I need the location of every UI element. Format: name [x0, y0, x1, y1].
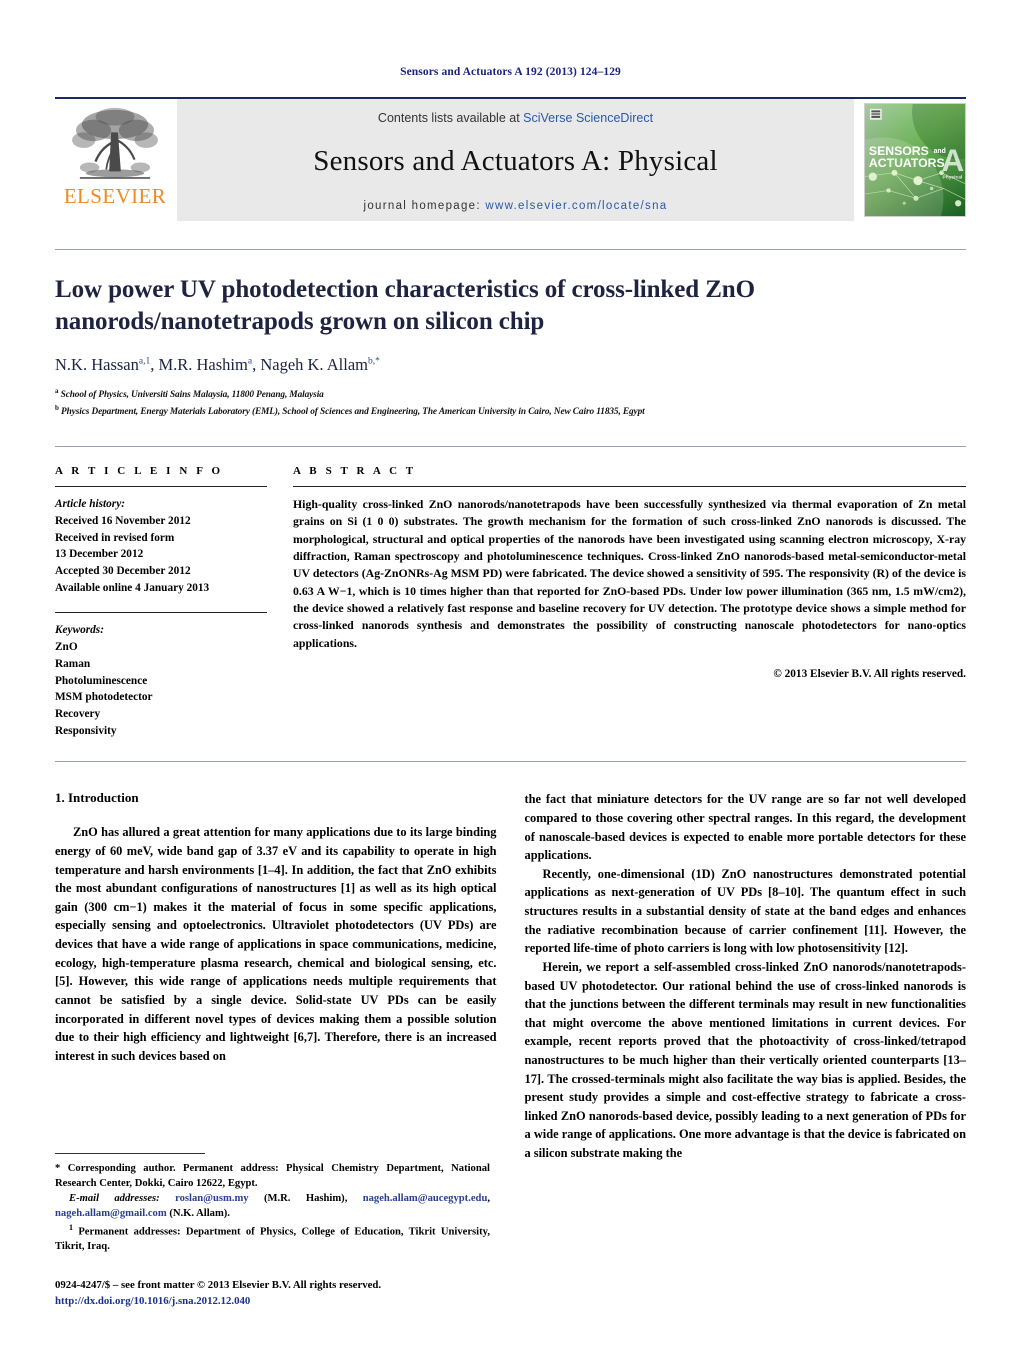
author-affil-mark: b,*: [368, 356, 380, 367]
article-history-block: Article history: Received 16 November 20…: [55, 496, 267, 596]
article-history-label: Article history:: [55, 498, 125, 511]
journal-title: Sensors and Actuators A: Physical: [313, 144, 718, 177]
journal-masthead: ELSEVIER Contents lists available at Sci…: [55, 97, 966, 221]
article-info-column: A R T I C L E I N F O Article history: R…: [55, 465, 293, 739]
email-link[interactable]: nageh.allam@gmail.com: [55, 1208, 167, 1219]
homepage-label: journal homepage:: [363, 199, 481, 212]
keyword-item: Recovery: [55, 707, 101, 720]
email-label: E-mail addresses:: [69, 1193, 160, 1205]
history-item: Accepted 30 December 2012: [55, 564, 191, 577]
email-owner: (N.K. Allam).: [169, 1208, 230, 1220]
abstract-divider: [293, 486, 966, 488]
page-title: Low power UV photodetection characterist…: [55, 276, 755, 335]
journal-homepage-link[interactable]: www.elsevier.com/locate/sna: [485, 200, 667, 212]
contents-list-line: Contents lists available at SciVerse Sci…: [378, 111, 653, 125]
body-column-right: the fact that miniature detectors for th…: [525, 790, 967, 1162]
affiliation-item: a School of Physics, Universiti Sains Ma…: [55, 386, 966, 403]
author-name: M.R. Hashim: [158, 355, 248, 374]
body-paragraph: Recently, one-dimensional (1D) ZnO nanos…: [524, 866, 967, 956]
article-info-divider: [55, 486, 267, 488]
svg-text:Physical: Physical: [942, 175, 962, 181]
history-item: Available online 4 January 2013: [55, 581, 210, 594]
keyword-item: ZnO: [55, 641, 78, 654]
contents-prefix-text: Contents lists available at: [377, 110, 524, 125]
abstract-text: High-quality cross-linked ZnO nanorods/n…: [293, 497, 966, 650]
history-item: 13 December 2012: [55, 548, 144, 561]
abstract-heading: A B S T R A C T: [293, 465, 417, 478]
svg-text:A: A: [941, 143, 964, 178]
elsevier-tree-icon: [66, 105, 164, 185]
keywords-block: Keywords: ZnO Raman Photoluminescence MS…: [55, 622, 267, 739]
article-info-heading: A R T I C L E I N F O: [55, 465, 224, 478]
author-name: Nageh K. Allam: [260, 355, 369, 374]
affiliation-text: Physics Department, Energy Materials Lab…: [61, 407, 645, 418]
doi-link[interactable]: http://dx.doi.org/10.1016/j.sna.2012.12.…: [55, 1293, 490, 1309]
affiliation-list: a School of Physics, Universiti Sains Ma…: [55, 386, 966, 420]
affiliation-text: School of Physics, Universiti Sains Mala…: [60, 390, 324, 401]
body-column-left: 1. Introduction ZnO has allured a great …: [55, 790, 497, 1162]
section-heading-introduction: 1. Introduction: [55, 790, 139, 806]
affiliation-mark: a: [55, 387, 59, 395]
paper-page: Sensors and Actuators A 192 (2013) 124–1…: [0, 0, 1021, 1351]
email-note: E-mail addresses: roslan@usm.my (M.R. Ha…: [55, 1193, 490, 1220]
corresponding-author-note: * Corresponding author. Permanent addres…: [55, 1162, 490, 1189]
keyword-item: Responsivity: [55, 724, 117, 737]
history-item: Received 16 November 2012: [55, 514, 191, 527]
title-divider: [55, 249, 966, 250]
info-abstract-region: A R T I C L E I N F O Article history: R…: [55, 446, 966, 739]
journal-cover-image: SENSORS and ACTUATORS A Physical: [864, 103, 966, 217]
body-divider: [55, 761, 966, 763]
permanent-address-text: Permanent addresses: Department of Physi…: [55, 1226, 491, 1253]
author-list: N.K. Hassana,1, M.R. Hashima, Nageh K. A…: [55, 355, 966, 375]
body-columns: 1. Introduction ZnO has allured a great …: [55, 790, 966, 1162]
body-paragraph: Herein, we report a self-assembled cross…: [524, 959, 967, 1160]
history-item: Received in revised form: [55, 531, 175, 544]
footnote-region: * Corresponding author. Permanent addres…: [55, 1152, 490, 1309]
journal-banner: Contents lists available at SciVerse Sci…: [177, 99, 854, 221]
abstract-column: A B S T R A C T High-quality cross-linke…: [293, 465, 966, 739]
author-name: N.K. Hassan: [55, 355, 139, 374]
elsevier-logo: ELSEVIER: [55, 99, 175, 221]
email-link[interactable]: nageh.allam@aucegypt.edu: [363, 1193, 488, 1204]
keyword-item: Raman: [55, 657, 91, 670]
abstract-copyright: © 2013 Elsevier B.V. All rights reserved…: [773, 668, 966, 681]
email-owner: (M.R. Hashim): [263, 1193, 345, 1205]
footnote-divider: [55, 1152, 205, 1154]
svg-text:ACTUATORS: ACTUATORS: [869, 156, 945, 170]
permanent-address-note: 1 Permanent addresses: Department of Phy…: [55, 1222, 490, 1255]
issn-line: 0924-4247/$ – see front matter © 2013 El…: [55, 1278, 382, 1291]
elsevier-wordmark: ELSEVIER: [63, 184, 167, 208]
sciencedirect-link[interactable]: SciVerse ScienceDirect: [523, 111, 653, 125]
keyword-item: Photoluminescence: [55, 674, 148, 687]
journal-homepage-line: journal homepage: www.elsevier.com/locat…: [364, 200, 668, 212]
keywords-divider: [55, 612, 267, 614]
body-paragraph: the fact that miniature detectors for th…: [524, 792, 967, 863]
keyword-item: MSM photodetector: [55, 691, 153, 704]
affiliation-mark: b: [55, 404, 59, 413]
issn-block: 0924-4247/$ – see front matter © 2013 El…: [55, 1277, 490, 1309]
author-affil-mark: a,1: [138, 356, 151, 367]
running-head: Sensors and Actuators A 192 (2013) 124–1…: [400, 66, 621, 78]
body-paragraph: ZnO has allured a great attention for ma…: [55, 825, 497, 1063]
keywords-label: Keywords:: [55, 624, 104, 637]
email-link[interactable]: roslan@usm.my: [175, 1193, 249, 1204]
footnote-mark: 1: [69, 1222, 73, 1232]
affiliation-item: b Physics Department, Energy Materials L…: [55, 403, 966, 420]
